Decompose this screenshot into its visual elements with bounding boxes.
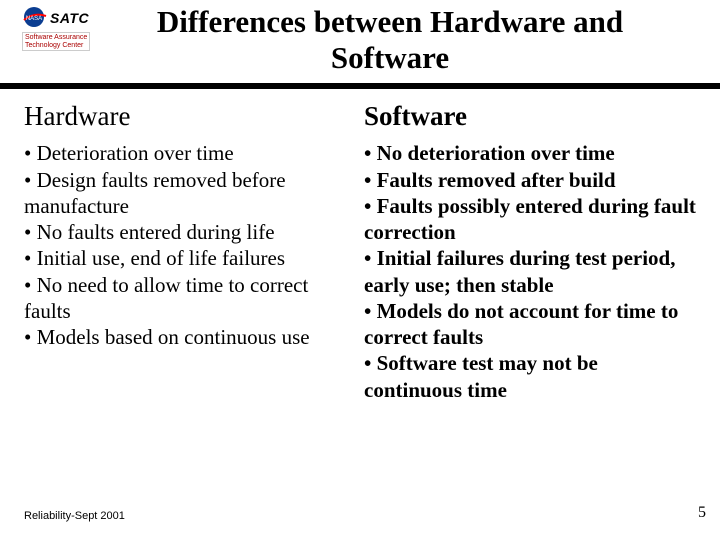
- logo-brand-text: SATC: [50, 11, 89, 25]
- hardware-heading: Hardware: [24, 101, 356, 132]
- hardware-bullets: • Deterioration over time • Design fault…: [24, 140, 356, 350]
- slide-header: NASA SATC Software Assurance Technology …: [0, 0, 720, 89]
- slide-body: Hardware • Deterioration over time • Des…: [0, 89, 720, 403]
- logo-sub-line2: Technology Center: [25, 42, 87, 50]
- svg-text:NASA: NASA: [26, 16, 42, 22]
- slide: NASA SATC Software Assurance Technology …: [0, 0, 720, 540]
- software-heading: Software: [364, 101, 696, 132]
- footer-left: Reliability-Sept 2001: [24, 510, 125, 522]
- logo-subtext: Software Assurance Technology Center: [22, 32, 90, 51]
- column-software: Software • No deterioration over time • …: [364, 101, 696, 403]
- logo-sub-line1: Software Assurance: [25, 34, 87, 42]
- column-hardware: Hardware • Deterioration over time • Des…: [24, 101, 356, 403]
- logo-top-row: NASA SATC: [22, 6, 132, 30]
- nasa-meatball-icon: NASA: [22, 6, 48, 30]
- software-bullets: • No deterioration over time • Faults re…: [364, 140, 696, 403]
- logo-block: NASA SATC Software Assurance Technology …: [22, 6, 132, 51]
- slide-number: 5: [698, 504, 706, 522]
